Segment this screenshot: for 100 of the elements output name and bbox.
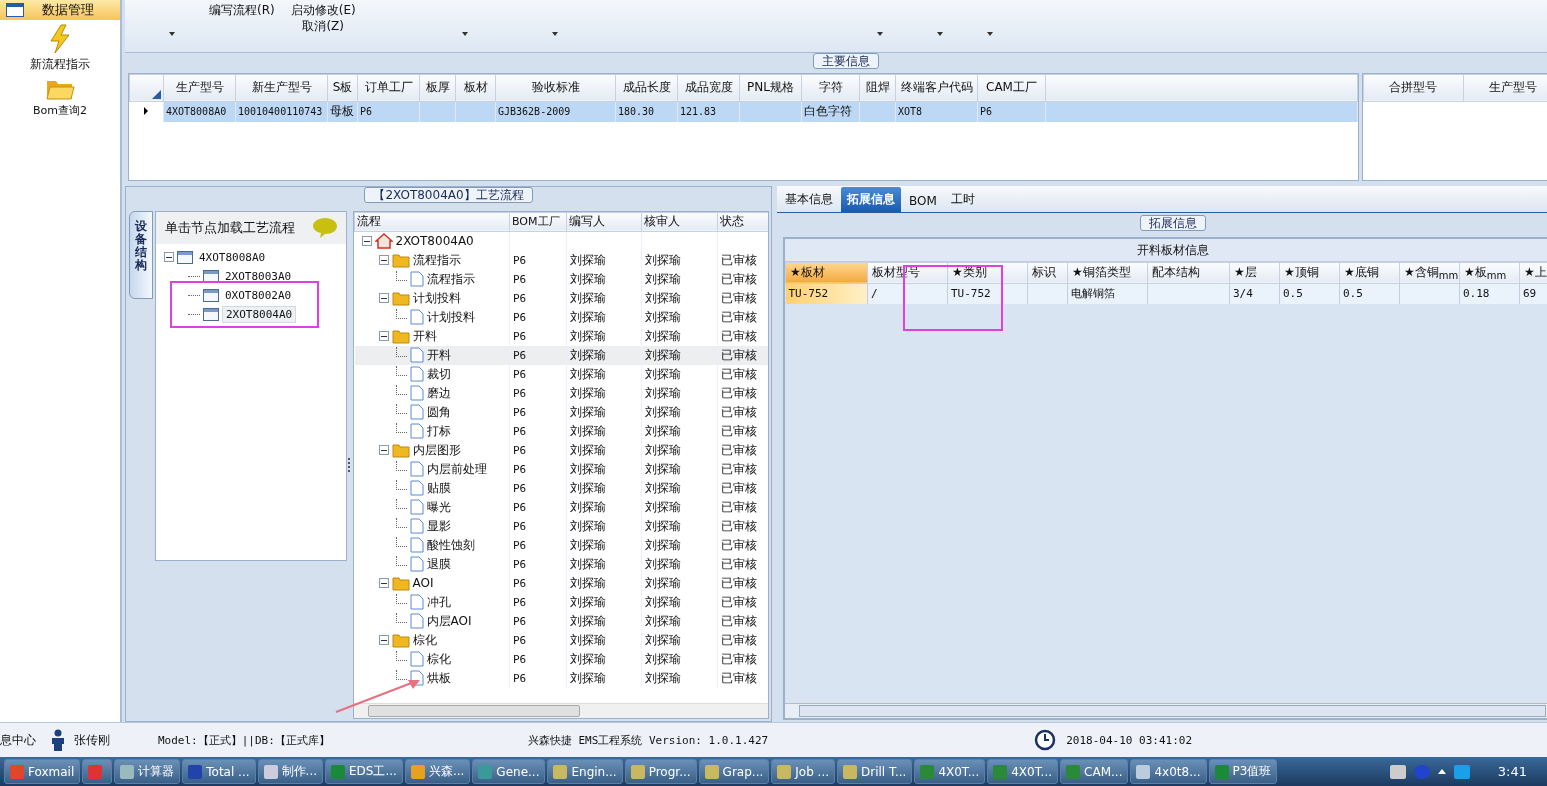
tree-row[interactable]: 内层前处理 P6 刘探瑜 刘探瑜 已审核 bbox=[354, 459, 768, 479]
column-header[interactable]: CAM工厂 bbox=[977, 74, 1046, 102]
tray-arrow-icon[interactable] bbox=[1437, 769, 1446, 775]
column-header[interactable]: ★铜箔类型 bbox=[1067, 262, 1148, 284]
taskbar-button[interactable]: 制作... bbox=[257, 759, 323, 785]
column-header[interactable]: 成品长度 bbox=[615, 74, 678, 102]
expander-icon[interactable] bbox=[378, 293, 389, 304]
expander-icon[interactable] bbox=[164, 252, 174, 263]
column-header[interactable]: 终端客户代码 bbox=[895, 74, 978, 102]
column-header[interactable]: 生产型号 bbox=[163, 74, 236, 102]
taskbar-button[interactable]: Total ... bbox=[182, 759, 256, 785]
taskbar-button[interactable]: Drill T... bbox=[837, 759, 913, 785]
column-header[interactable]: 编写人 bbox=[566, 212, 642, 232]
tree-row[interactable]: 磨边 P6 刘探瑜 刘探瑜 已审核 bbox=[354, 383, 768, 403]
column-header[interactable]: 订单工厂 bbox=[357, 74, 420, 102]
expander-icon[interactable] bbox=[378, 255, 389, 266]
taskbar-button[interactable]: P3值班 bbox=[1208, 759, 1278, 785]
taskbar-button[interactable]: Grap... bbox=[698, 759, 770, 785]
app-icon[interactable] bbox=[1453, 764, 1470, 779]
tree-row[interactable]: AOI P6 刘探瑜 刘探瑜 已审核 bbox=[354, 573, 768, 593]
tree-row[interactable]: 棕化 P6 刘探瑜 刘探瑜 已审核 bbox=[354, 630, 768, 650]
tree-row[interactable]: 开料 P6 刘探瑜 刘探瑜 已审核 bbox=[354, 326, 768, 346]
column-header[interactable]: 生产型号 bbox=[1463, 74, 1547, 102]
tree-row[interactable]: 显影 P6 刘探瑜 刘探瑜 已审核 bbox=[354, 516, 768, 536]
column-header[interactable]: 流程 bbox=[354, 212, 510, 232]
taskbar-button[interactable] bbox=[82, 759, 113, 785]
tree-row[interactable]: 裁切 P6 刘探瑜 刘探瑜 已审核 bbox=[354, 364, 768, 384]
expander-icon[interactable] bbox=[378, 578, 389, 589]
tab[interactable]: 基本信息 bbox=[779, 186, 839, 212]
tree-row[interactable]: 退膜 P6 刘探瑜 刘探瑜 已审核 bbox=[354, 554, 768, 574]
column-header[interactable]: PNL规格 bbox=[739, 74, 802, 102]
column-header[interactable]: ★层 bbox=[1229, 262, 1280, 284]
taskbar-button[interactable]: EDS工... bbox=[325, 759, 403, 785]
keyboard-icon[interactable] bbox=[1389, 764, 1406, 779]
column-header[interactable]: 标识 bbox=[1027, 262, 1068, 284]
column-header[interactable]: 新生产型号 bbox=[235, 74, 328, 102]
tree-row[interactable]: 打标 P6 刘探瑜 刘探瑜 已审核 bbox=[354, 421, 768, 441]
horizontal-scrollbar[interactable] bbox=[354, 703, 768, 718]
table-row[interactable]: TU-752 / TU-752 电解铜箔 3/4 0.5 0.5 0.18 69 bbox=[785, 283, 1547, 304]
column-header[interactable]: 板材 bbox=[455, 74, 496, 102]
tree-row[interactable]: 圆角 P6 刘探瑜 刘探瑜 已审核 bbox=[354, 402, 768, 422]
taskbar-button[interactable]: 兴森... bbox=[404, 759, 471, 785]
column-header[interactable]: S板 bbox=[327, 74, 358, 102]
table-row[interactable]: 4XOT8008A0 10010400110743 母板 P6 GJB362B-2009 180.30 121.83 白色字符 XOT8 P6 bbox=[129, 101, 1358, 122]
expander-icon[interactable] bbox=[378, 445, 389, 456]
column-header[interactable]: 成品宽度 bbox=[677, 74, 740, 102]
tree-node[interactable]: 4XOT8008A0 bbox=[196, 249, 269, 265]
tab[interactable]: BOM bbox=[903, 189, 943, 212]
taskbar-button[interactable]: Foxmail bbox=[4, 759, 81, 785]
tree-row[interactable]: 内层图形 P6 刘探瑜 刘探瑜 已审核 bbox=[354, 440, 768, 460]
expander-icon[interactable] bbox=[361, 236, 372, 247]
column-header[interactable]: 字符 bbox=[801, 74, 860, 102]
tree-node[interactable]: 0XOT8002A0 bbox=[222, 287, 295, 303]
column-header[interactable]: ★板材 bbox=[785, 262, 868, 284]
tab[interactable]: 工时 bbox=[944, 186, 981, 212]
taskbar-button[interactable]: Job ... bbox=[771, 759, 836, 785]
tree-node[interactable]: 2XOT8003A0 bbox=[222, 268, 295, 284]
column-header[interactable]: BOM工厂 bbox=[509, 212, 567, 232]
column-header[interactable]: 配本结构 bbox=[1147, 262, 1230, 284]
tree-row[interactable]: 计划投料 P6 刘探瑜 刘探瑜 已审核 bbox=[354, 288, 768, 308]
taskbar-button[interactable]: 计算器 bbox=[114, 759, 181, 785]
nav-item[interactable]: 新流程指示 bbox=[30, 24, 90, 73]
tree-row[interactable]: 曝光 P6 刘探瑜 刘探瑜 已审核 bbox=[354, 497, 768, 517]
column-header[interactable]: 验收标准 bbox=[495, 74, 616, 102]
tree-row[interactable]: 流程指示 P6 刘探瑜 刘探瑜 已审核 bbox=[354, 269, 768, 289]
column-header[interactable]: 板厚 bbox=[419, 74, 456, 102]
tree-row[interactable]: 流程指示 P6 刘探瑜 刘探瑜 已审核 bbox=[354, 250, 768, 270]
column-header[interactable]: ★上 bbox=[1519, 262, 1547, 284]
tree-row[interactable]: 2XOT8004A0 bbox=[354, 231, 768, 251]
tree-row[interactable]: 冲孔 P6 刘探瑜 刘探瑜 已审核 bbox=[354, 592, 768, 612]
tree-row[interactable]: 酸性蚀刻 P6 刘探瑜 刘探瑜 已审核 bbox=[354, 535, 768, 555]
expander-icon[interactable] bbox=[378, 635, 389, 646]
tree-row[interactable]: 计划投料 P6 刘探瑜 刘探瑜 已审核 bbox=[354, 307, 768, 327]
taskbar-button[interactable]: Engin... bbox=[547, 759, 623, 785]
tree-row[interactable]: 棕化 P6 刘探瑜 刘探瑜 已审核 bbox=[354, 649, 768, 669]
horizontal-scrollbar[interactable] bbox=[785, 703, 1547, 718]
taskbar-button[interactable]: Gene... bbox=[472, 759, 546, 785]
taskbar-button[interactable]: 4X0T... bbox=[914, 759, 986, 785]
taskbar-button[interactable]: Progr... bbox=[624, 759, 697, 785]
column-header[interactable]: 核审人 bbox=[641, 212, 718, 232]
taskbar-button[interactable]: CAM... bbox=[1060, 759, 1129, 785]
column-header[interactable]: 状态 bbox=[717, 212, 768, 232]
expander-icon[interactable] bbox=[378, 331, 389, 342]
taskbar-button[interactable]: 4X0T... bbox=[987, 759, 1059, 785]
taskbar-button[interactable]: 4x0t8... bbox=[1130, 759, 1207, 785]
tree-node[interactable]: 2XOT8004A0 bbox=[222, 305, 297, 323]
side-tab[interactable]: 设备结构 bbox=[129, 210, 153, 299]
column-header[interactable]: ★含铜$_{mm}$ bbox=[1399, 262, 1460, 284]
ribbon-button[interactable]: 启动修改(E) bbox=[290, 2, 356, 18]
ribbon-button[interactable]: 取消(Z) bbox=[302, 18, 344, 34]
ribbon-button[interactable]: 编写流程(R) bbox=[209, 2, 275, 18]
tree-row[interactable]: 开料 P6 刘探瑜 刘探瑜 已审核 bbox=[354, 345, 768, 365]
column-header[interactable]: ★顶铜 bbox=[1279, 262, 1340, 284]
tree-row[interactable]: 贴膜 P6 刘探瑜 刘探瑜 已审核 bbox=[354, 478, 768, 498]
tree-row[interactable]: 内层AOI P6 刘探瑜 刘探瑜 已审核 bbox=[354, 611, 768, 631]
column-header[interactable]: 阻焊 bbox=[859, 74, 896, 102]
column-header[interactable]: ★板$_{mm}$ bbox=[1459, 262, 1520, 284]
column-header[interactable]: 合拼型号 bbox=[1363, 74, 1463, 102]
nav-item[interactable]: Bom查询2 bbox=[33, 77, 87, 118]
column-header[interactable]: ★底铜 bbox=[1339, 262, 1400, 284]
